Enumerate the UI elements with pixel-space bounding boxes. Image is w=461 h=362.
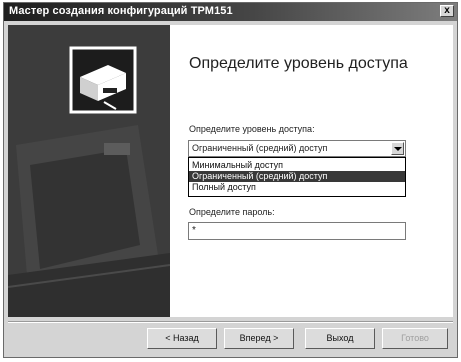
close-icon: x	[444, 5, 450, 16]
back-button[interactable]: < Назад	[147, 328, 217, 349]
finish-button[interactable]: Готово	[382, 328, 448, 349]
access-level-select[interactable]: Ограниченный (средний) доступ	[188, 140, 406, 157]
device-illustration	[8, 25, 170, 317]
title-bar: Мастер создания конфигураций ТРМ151 x	[4, 3, 457, 21]
option-minimal-access[interactable]: Минимальный доступ	[189, 160, 405, 171]
option-limited-access[interactable]: Ограниченный (средний) доступ	[189, 171, 405, 182]
page-title: Определите уровень доступа	[189, 55, 408, 72]
password-label: Определите пароль:	[189, 207, 275, 217]
window-title: Мастер создания конфигураций ТРМ151	[9, 5, 233, 17]
wizard-side-image	[8, 25, 170, 317]
device-icon	[69, 46, 137, 114]
option-full-access[interactable]: Полный доступ	[189, 182, 405, 193]
access-level-value: Ограниченный (средний) доступ	[192, 143, 328, 153]
dropdown-arrow-icon[interactable]	[391, 142, 404, 155]
button-separator	[8, 321, 453, 323]
password-field[interactable]: *	[188, 222, 406, 240]
access-level-dropdown: Минимальный доступ Ограниченный (средний…	[188, 157, 406, 197]
access-level-label: Определите уровень доступа:	[189, 124, 315, 134]
close-button[interactable]: x	[440, 5, 454, 17]
next-button[interactable]: Вперед >	[224, 328, 294, 349]
wizard-window: Мастер создания конфигураций ТРМ151 x Оп…	[3, 2, 458, 358]
exit-button[interactable]: Выход	[305, 328, 375, 349]
wizard-content: Определите уровень доступа Определите ур…	[170, 25, 453, 317]
